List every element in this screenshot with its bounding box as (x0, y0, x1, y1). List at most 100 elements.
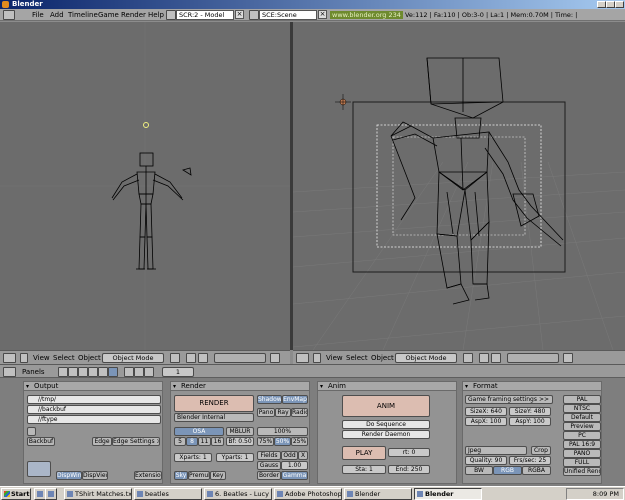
rgba-toggle[interactable]: RGBA (522, 466, 551, 475)
preset-pal-16-9[interactable]: PAL 16:9 (563, 440, 601, 449)
scene-browse-icon[interactable] (249, 10, 259, 20)
window-type-icon[interactable] (3, 10, 15, 20)
sky-toggle[interactable]: Sky (174, 471, 188, 480)
menu-add[interactable]: Add (50, 10, 64, 20)
unified-renderer-toggle[interactable]: Unified Renderer (563, 467, 601, 476)
draw-type-icon[interactable] (170, 353, 180, 363)
scene-name-field[interactable]: SCE:Scene (259, 10, 317, 20)
play-button[interactable]: PLAY (342, 446, 386, 460)
script-context-icon[interactable] (68, 367, 78, 377)
yparts-field[interactable]: Yparts: 1 (216, 453, 254, 462)
ftype-path-field[interactable]: //ftype (27, 415, 161, 424)
lamp-object[interactable] (143, 122, 149, 128)
key-toggle[interactable]: Key (210, 471, 226, 480)
task-blender-console[interactable]: Blender (344, 488, 412, 500)
object-context-icon[interactable] (88, 367, 98, 377)
osa-toggle[interactable]: OSA (174, 427, 224, 436)
scene-context-icon[interactable] (108, 367, 118, 377)
draw-type-icon[interactable] (463, 353, 473, 363)
menu-game[interactable]: Game (98, 10, 119, 20)
aspx-field[interactable]: AspX: 100 (465, 417, 507, 426)
bw-toggle[interactable]: BW (465, 466, 493, 475)
screen-name-field[interactable]: SCR:2 - Model (176, 10, 234, 20)
menu-select-right[interactable]: Select (346, 353, 368, 363)
menu-select-left[interactable]: Select (53, 353, 75, 363)
screen-delete-icon[interactable]: × (235, 10, 244, 19)
menu-timeline[interactable]: Timeline (68, 10, 98, 20)
osa-level-11[interactable]: 11 (198, 437, 211, 446)
ray-toggle[interactable]: Ray (275, 408, 291, 417)
manipulator-icon[interactable] (198, 353, 208, 363)
file-format-select[interactable]: Jpeg (465, 446, 527, 455)
backbuf-path-field[interactable]: //backbuf (27, 405, 161, 414)
menu-object-right[interactable]: Object (371, 353, 394, 363)
clock[interactable]: 8:09 PM (593, 490, 619, 498)
render-daemon-toggle[interactable]: Render Daemon (342, 430, 430, 439)
editing-context-icon[interactable] (98, 367, 108, 377)
preset-pano[interactable]: PANO (563, 449, 601, 458)
figure-front-wireframe[interactable] (111, 152, 184, 270)
scene-delete-icon[interactable]: × (318, 10, 327, 19)
window-type-icon[interactable] (3, 367, 16, 377)
camera-object[interactable] (182, 167, 192, 176)
task-tshirt-matches[interactable]: TShirt Matches.txt - ... (64, 488, 132, 500)
edge-settings-button[interactable]: Edge Settings >> (112, 437, 160, 446)
manipulator-icon[interactable] (491, 353, 501, 363)
frame-number-field[interactable]: 1 (162, 367, 194, 377)
task-blender[interactable]: Blender (414, 488, 482, 500)
output-panel-title[interactable]: Output (24, 382, 162, 391)
screen-browse-icon[interactable] (166, 10, 176, 20)
shading-context-icon[interactable] (78, 367, 88, 377)
gauss-value-field[interactable]: 1.00 (281, 461, 308, 470)
pivot-icon[interactable] (479, 353, 489, 363)
viewport-left[interactable] (0, 22, 290, 350)
render-panel-title[interactable]: Render (171, 382, 309, 391)
pano-toggle[interactable]: Pano (257, 408, 275, 417)
start-frame-field[interactable]: Sta: 1 (342, 465, 386, 474)
viewport-right[interactable] (293, 22, 625, 350)
shadow-toggle[interactable]: Shadow (257, 395, 282, 404)
format-panel-title[interactable]: Format (463, 382, 601, 391)
preset-ntsc[interactable]: NTSC (563, 404, 601, 413)
end-frame-field[interactable]: End: 250 (388, 465, 430, 474)
xparts-field[interactable]: Xparts: 1 (174, 453, 212, 462)
pivot-icon[interactable] (186, 353, 196, 363)
gauss-toggle[interactable]: Gauss (257, 461, 281, 470)
game-framing-button[interactable]: Game framing settings >> (465, 395, 553, 404)
rgb-toggle[interactable]: RGB (493, 466, 522, 475)
render-preview-icon[interactable] (563, 353, 573, 363)
odd-toggle[interactable]: Odd (281, 451, 298, 460)
lamp-object-3d[interactable] (335, 94, 351, 110)
preset-default[interactable]: Default (563, 413, 601, 422)
quality-field[interactable]: Quality: 90 (465, 456, 507, 465)
menu-file[interactable]: File (32, 10, 44, 20)
osa-level-16[interactable]: 16 (211, 437, 224, 446)
border-toggle[interactable]: Border (257, 471, 281, 480)
radio-toggle[interactable]: Radio (291, 408, 308, 417)
quicklaunch-ie-icon[interactable] (45, 488, 57, 500)
render-path-field[interactable]: //tmp/ (27, 395, 161, 404)
menu-render[interactable]: Render (121, 10, 146, 20)
sound-buttons-icon[interactable] (144, 367, 154, 377)
maximize-icon[interactable] (606, 1, 615, 8)
premul-toggle[interactable]: Premul (188, 471, 210, 480)
pin-icon[interactable] (27, 427, 36, 436)
fields-toggle[interactable]: Fields (257, 451, 281, 460)
preset-full[interactable]: FULL (563, 458, 601, 467)
extensions-button[interactable]: Extensions (134, 471, 162, 480)
dispview-button[interactable]: DispView (82, 471, 108, 480)
anim-button[interactable]: ANIM (342, 395, 430, 417)
start-button[interactable]: Start (1, 488, 31, 500)
mblur-toggle[interactable]: MBLUR (226, 427, 254, 436)
size-75-percent[interactable]: 75% (257, 437, 274, 446)
render-buttons-icon[interactable] (124, 367, 134, 377)
menu-object-left[interactable]: Object (78, 353, 101, 363)
fps-field[interactable]: Frs/sec: 25 (509, 456, 551, 465)
x-toggle[interactable]: X (298, 451, 308, 460)
menu-view-right[interactable]: View (326, 353, 343, 363)
panels-label[interactable]: Panels (22, 367, 45, 377)
osa-level-8[interactable]: 8 (186, 437, 198, 446)
edge-toggle[interactable]: Edge (92, 437, 112, 446)
envmap-toggle[interactable]: EnvMap (282, 395, 308, 404)
renderer-select[interactable]: Blender Internal (174, 413, 254, 422)
